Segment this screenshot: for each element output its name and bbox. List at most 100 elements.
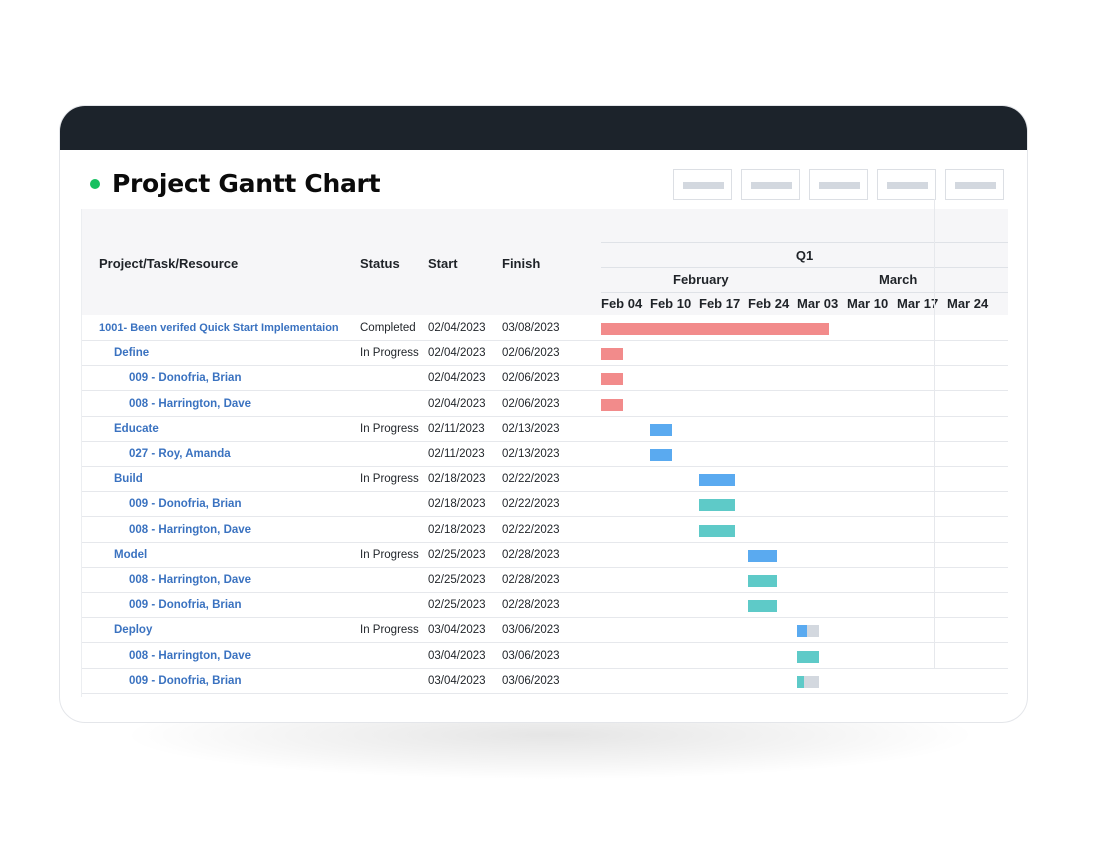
status-cell: In Progress: [360, 422, 419, 435]
gantt-bar-progress: [748, 575, 778, 587]
task-name-link[interactable]: Model: [114, 543, 147, 567]
table-row[interactable]: 009 - Donofria, Brian 02/25/2023 02/28/202…: [82, 593, 1008, 619]
table-row[interactable]: 009 - Donofria, Brian 02/04/2023 02/06/202…: [82, 366, 1008, 392]
start-date-cell: 02/25/2023: [428, 548, 486, 561]
finish-date-cell: 02/06/2023: [502, 372, 560, 385]
gantt-bar-progress: [601, 398, 624, 411]
status-cell: In Progress: [360, 347, 419, 360]
gantt-bar-progress: [699, 474, 736, 487]
start-date-cell: 02/04/2023: [428, 322, 486, 334]
finish-date-cell: 02/22/2023: [502, 498, 560, 511]
table-row[interactable]: Model In Progress 02/25/2023 02/28/2023: [82, 543, 1008, 568]
resource-name-link[interactable]: 009 - Donofria, Brian: [129, 669, 241, 693]
gantt-bar[interactable]: [601, 323, 830, 335]
gantt-bar[interactable]: [797, 625, 820, 638]
column-header-finish[interactable]: Finish: [502, 256, 540, 271]
timeline-week: Mar 17: [897, 296, 939, 311]
timeline-week: Mar 10: [847, 296, 889, 311]
resource-name-link[interactable]: 027 - Roy, Amanda: [129, 442, 231, 466]
project-name-link[interactable]: 1001- Been verifed Quick Start Implement…: [99, 316, 339, 340]
timeline-header: Q1 February March Feb 04 Feb 10 Feb 17 F…: [601, 242, 1008, 316]
table-row[interactable]: 009 - Donofria, Brian 03/04/2023 03/06/202…: [82, 669, 1008, 694]
resource-name-link[interactable]: 008 - Harrington, Dave: [129, 518, 251, 542]
timeline-week: Feb 17: [699, 296, 741, 311]
finish-date-cell: 02/28/2023: [502, 548, 560, 561]
table-row[interactable]: Build In Progress 02/18/2023 02/22/2023: [82, 467, 1008, 493]
gantt-bar[interactable]: [650, 449, 673, 461]
finish-date-cell: 02/28/2023: [502, 574, 560, 586]
placeholder-bar-icon: [751, 182, 792, 189]
gantt-bar[interactable]: [748, 575, 778, 587]
finish-date-cell: 02/22/2023: [502, 523, 560, 536]
timeline-week: Mar 24: [947, 296, 989, 311]
timeline-week: Feb 10: [650, 296, 692, 311]
resource-name-link[interactable]: 008 - Harrington, Dave: [129, 392, 251, 416]
gantt-bar[interactable]: [748, 600, 778, 613]
toolbar-button-3[interactable]: [809, 169, 868, 200]
start-date-cell: 03/04/2023: [428, 649, 486, 662]
gantt-grid: Project/Task/Resource Status Start Finis…: [81, 199, 1008, 697]
gantt-card: Project Gantt Chart Project/Task/Resourc…: [59, 105, 1028, 723]
gantt-bar[interactable]: [601, 398, 624, 411]
table-row[interactable]: 009 - Donofria, Brian 02/18/2023 02/22/202…: [82, 492, 1008, 518]
start-date-cell: 02/04/2023: [428, 397, 486, 410]
start-date-cell: 02/11/2023: [428, 422, 485, 435]
resource-name-link[interactable]: 009 - Donofria, Brian: [129, 593, 241, 617]
toolbar-button-4[interactable]: [877, 169, 936, 200]
toolbar-button-5[interactable]: [945, 169, 1004, 200]
status-cell: In Progress: [360, 473, 419, 486]
timeline-week: Feb 24: [748, 296, 790, 311]
gantt-bar[interactable]: [601, 348, 624, 361]
task-name-link[interactable]: Build: [114, 467, 143, 491]
placeholder-bar-icon: [683, 182, 724, 189]
start-date-cell: 03/04/2023: [428, 674, 486, 687]
gantt-bar[interactable]: [748, 549, 778, 562]
resource-name-link[interactable]: 008 - Harrington, Dave: [129, 568, 251, 592]
gantt-bar-progress: [797, 675, 804, 688]
table-row[interactable]: Educate In Progress 02/11/2023 02/13/2023: [82, 417, 1008, 442]
gantt-bar-progress: [699, 524, 736, 537]
gantt-bar[interactable]: [650, 423, 673, 436]
task-name-link[interactable]: Define: [114, 341, 149, 365]
resource-name-link[interactable]: 009 - Donofria, Brian: [129, 366, 241, 390]
column-header-status[interactable]: Status: [360, 256, 400, 271]
column-header-start[interactable]: Start: [428, 256, 458, 271]
gantt-bar[interactable]: [797, 650, 820, 663]
toolbar-button-1[interactable]: [673, 169, 732, 200]
status-cell: Completed: [360, 322, 416, 334]
gantt-bar[interactable]: [699, 524, 736, 537]
placeholder-bar-icon: [887, 182, 928, 189]
gantt-bar[interactable]: [797, 675, 820, 688]
start-date-cell: 02/18/2023: [428, 498, 486, 511]
card-header-bar: [60, 106, 1027, 150]
table-row[interactable]: Deploy In Progress 03/04/2023 03/06/2023: [82, 618, 1008, 644]
table-row[interactable]: Define In Progress 02/04/2023 02/06/2023: [82, 341, 1008, 367]
gantt-bar[interactable]: [699, 474, 736, 487]
toolbar-button-2[interactable]: [741, 169, 800, 200]
table-row[interactable]: 027 - Roy, Amanda 02/11/2023 02/13/2023: [82, 442, 1008, 467]
table-row[interactable]: 008 - Harrington, Dave 02/25/2023 02/28/20…: [82, 568, 1008, 593]
gantt-bar[interactable]: [601, 373, 624, 386]
gantt-bar[interactable]: [699, 499, 736, 512]
finish-date-cell: 03/06/2023: [502, 624, 560, 637]
task-name-link[interactable]: Deploy: [114, 618, 152, 642]
start-date-cell: 02/04/2023: [428, 372, 486, 385]
table-row[interactable]: 008 - Harrington, Dave 02/04/2023 02/06/20…: [82, 392, 1008, 417]
timeline-week: Feb 04: [601, 296, 643, 311]
placeholder-bar-icon: [955, 182, 996, 189]
table-row[interactable]: 008 - Harrington, Dave 02/18/2023 02/22/20…: [82, 518, 1008, 543]
gantt-bar-progress: [797, 625, 808, 638]
resource-name-link[interactable]: 009 - Donofria, Brian: [129, 492, 241, 516]
gantt-bar-progress: [797, 650, 820, 663]
page-title: Project Gantt Chart: [112, 169, 381, 198]
placeholder-bar-icon: [819, 182, 860, 189]
resource-name-link[interactable]: 008 - Harrington, Dave: [129, 644, 251, 668]
task-name-link[interactable]: Educate: [114, 417, 159, 441]
column-header-name[interactable]: Project/Task/Resource: [99, 256, 238, 271]
table-row[interactable]: 1001- Been verifed Quick Start Implement…: [82, 316, 1008, 341]
start-date-cell: 03/04/2023: [428, 624, 486, 637]
table-row[interactable]: 008 - Harrington, Dave 03/04/2023 03/06/20…: [82, 644, 1008, 669]
start-date-cell: 02/25/2023: [428, 574, 486, 586]
timeline-divider-line: [934, 199, 935, 669]
gantt-bar-progress: [650, 423, 673, 436]
